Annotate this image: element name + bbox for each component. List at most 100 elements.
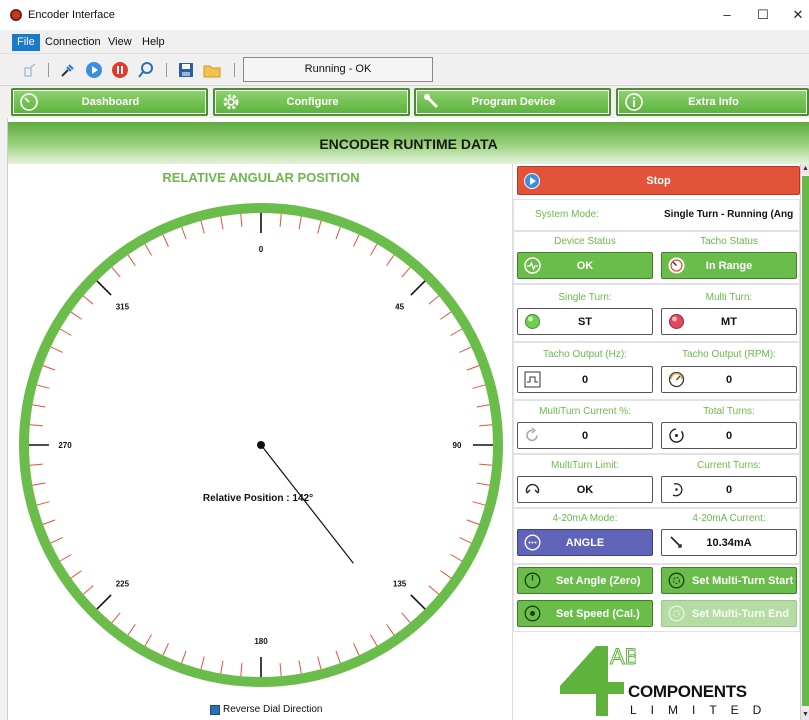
logo-mark: AB [560,644,636,716]
single-turn-value-box: ST [517,308,653,335]
program-device-button[interactable]: Program Device [414,88,611,116]
dial-title: RELATIVE ANGULAR POSITION [162,170,360,185]
close-button[interactable]: ✕ [783,4,809,26]
connect-device-icon[interactable] [20,60,40,80]
mt-limit-value-box: OK [517,476,653,503]
pause-icon[interactable] [110,60,130,80]
dial-label-225: 225 [116,580,130,589]
tacho-hz-value: 0 [581,374,589,386]
system-mode-value: Single Turn - Running (Angl [664,209,794,220]
ma-mode-label: 4-20mA Mode: [552,513,618,524]
ab-components-logo: AB COMPONENTS LIMITED [556,636,786,720]
current-turns-label: Current Turns: [697,460,761,471]
stop-label: Stop [646,175,671,187]
ma-current-value: 10.34mA [706,537,752,549]
configure-button[interactable]: Configure [213,88,410,116]
folder-icon[interactable] [202,60,222,80]
tacho-rpm-value: 0 [725,374,733,386]
tacho-status-label: Tacho Status [700,236,758,247]
device-status-value-box: OK [517,252,653,279]
tacho-status-value-box: In Range [661,252,797,279]
single-turn-value: ST [577,316,593,328]
single-turn-label: Single Turn: [558,292,612,303]
total-turns-label: Total Turns: [703,406,755,417]
nav-bar: Dashboard Configure Program Device Extra… [0,86,809,118]
ma-mode-value: ANGLE [565,537,605,549]
dial-label-270: 270 [58,441,72,450]
configure-label: Configure [286,96,339,108]
dial-label-135: 135 [393,580,407,589]
current-turns-value: 0 [725,484,733,496]
mt-current-value-box: 0 [517,422,653,449]
page-title: ENCODER RUNTIME DATA [319,136,498,152]
menu-bar: File Connection View Help [0,30,809,54]
ma-mode-button[interactable]: ANGLE [517,529,653,556]
app-icon [10,9,22,21]
dashboard-gauge-icon [17,90,41,114]
tacho-status-value: In Range [705,260,753,272]
dial-label-90: 90 [453,441,462,450]
status-display: Running - OK [243,57,433,82]
connect-plug-icon[interactable] [58,60,78,80]
multi-turn-label: Multi Turn: [705,292,753,303]
extra-info-button[interactable]: Extra Info [616,88,809,116]
menu-connection[interactable]: Connection [40,34,106,51]
dashboard-button[interactable]: Dashboard [11,88,208,116]
set-angle-zero-button[interactable]: Set Angle (Zero) [517,567,653,594]
menu-help[interactable]: Help [137,34,170,51]
multi-turn-value: MT [721,316,737,328]
logo-limited: LIMITED [630,703,776,717]
set-multi-turn-start-button[interactable]: Set Multi-Turn Start [661,567,797,594]
dial-hub [257,441,265,449]
scrollbar-thumb[interactable] [802,176,809,706]
scroll-down-icon[interactable]: ▼ [801,710,809,720]
checkbox-box[interactable] [210,704,220,715]
left-border [0,118,8,720]
mt-limit-label: MultiTurn Limit: [551,460,619,471]
tacho-hz-label: Tacho Output (Hz): [543,349,627,360]
dial-label-315: 315 [116,302,130,311]
multi-turn-value-box: MT [661,308,797,335]
menu-view[interactable]: View [103,34,137,51]
window-title: Encoder Interface [28,9,115,21]
device-status-value: OK [576,260,594,272]
stop-button[interactable]: Stop [517,166,800,195]
save-icon[interactable] [176,60,196,80]
ma-current-label: 4-20mA Current: [692,513,766,524]
menu-file[interactable]: File [12,34,40,51]
tacho-hz-value-box: 0 [517,366,653,393]
search-icon[interactable] [136,60,156,80]
set-speed-cal-label: Set Speed (Cal.) [556,608,640,620]
title-bar: Encoder Interface – ☐ ✕ [0,0,809,30]
wrench-icon [420,90,444,114]
dashboard-label: Dashboard [81,96,140,108]
logo-company-name: COMPONENTS [628,682,747,701]
extra-info-label: Extra Info [688,96,739,108]
tacho-rpm-label: Tacho Output (RPM): [682,349,776,360]
gear-icon [219,90,243,114]
dial-label-0: 0 [259,245,264,254]
maximize-button[interactable]: ☐ [748,4,778,26]
tacho-rpm-value-box: 0 [661,366,797,393]
set-multi-turn-end-label: Set Multi-Turn End [692,608,789,620]
relative-position-readout: Relative Position : 142° [203,493,313,504]
system-mode-label: System Mode: [535,209,599,220]
mt-limit-value: OK [576,484,594,496]
vertical-scrollbar[interactable]: ▲ ▼ [800,164,809,720]
toolbar: Running - OK [0,54,809,86]
play-icon[interactable] [84,60,104,80]
reverse-dial-checkbox[interactable]: Reverse Dial Direction [210,704,322,715]
scroll-up-icon[interactable]: ▲ [801,164,809,174]
set-multi-turn-start-label: Set Multi-Turn Start [692,575,794,587]
set-speed-cal-button[interactable]: Set Speed (Cal.) [517,600,653,627]
reverse-dial-label: Reverse Dial Direction [223,704,323,715]
minimize-button[interactable]: – [712,4,742,26]
total-turns-value-box: 0 [661,422,797,449]
ma-current-value-box: 10.34mA [661,529,797,556]
svg-text:AB: AB [610,644,636,669]
dial-label-45: 45 [395,302,404,311]
set-angle-zero-label: Set Angle (Zero) [556,575,641,587]
info-icon [622,90,646,114]
mt-current-value: 0 [581,430,589,442]
set-multi-turn-end-button[interactable]: Set Multi-Turn End [661,600,797,627]
